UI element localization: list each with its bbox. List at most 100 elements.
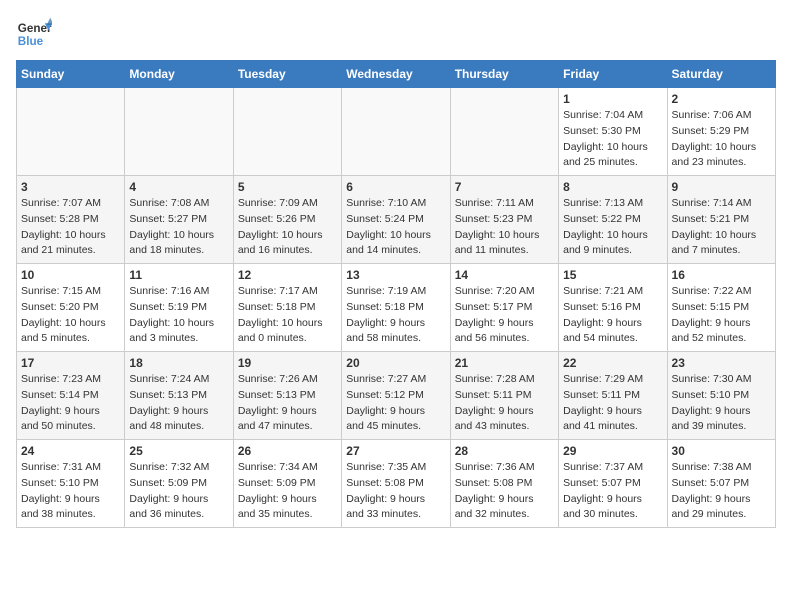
day-cell-19: 19 Sunrise: 7:26 AM Sunset: 5:13 PM Dayli… — [233, 352, 341, 440]
day-number: 4 — [129, 180, 228, 194]
day-cell-21: 21 Sunrise: 7:28 AM Sunset: 5:11 PM Dayli… — [450, 352, 558, 440]
week-row-5: 24 Sunrise: 7:31 AM Sunset: 5:10 PM Dayli… — [17, 440, 776, 528]
day-info: Sunrise: 7:23 AM Sunset: 5:14 PM Dayligh… — [21, 372, 120, 435]
weekday-header-row: SundayMondayTuesdayWednesdayThursdayFrid… — [17, 61, 776, 88]
day-number: 30 — [672, 444, 771, 458]
day-cell-25: 25 Sunrise: 7:32 AM Sunset: 5:09 PM Dayli… — [125, 440, 233, 528]
day-info: Sunrise: 7:24 AM Sunset: 5:13 PM Dayligh… — [129, 372, 228, 435]
weekday-monday: Monday — [125, 61, 233, 88]
day-number: 9 — [672, 180, 771, 194]
day-number: 18 — [129, 356, 228, 370]
weekday-sunday: Sunday — [17, 61, 125, 88]
day-info: Sunrise: 7:30 AM Sunset: 5:10 PM Dayligh… — [672, 372, 771, 435]
day-number: 16 — [672, 268, 771, 282]
day-cell-23: 23 Sunrise: 7:30 AM Sunset: 5:10 PM Dayli… — [667, 352, 775, 440]
day-info: Sunrise: 7:28 AM Sunset: 5:11 PM Dayligh… — [455, 372, 554, 435]
empty-cell — [125, 88, 233, 176]
day-cell-27: 27 Sunrise: 7:35 AM Sunset: 5:08 PM Dayli… — [342, 440, 450, 528]
day-cell-30: 30 Sunrise: 7:38 AM Sunset: 5:07 PM Dayli… — [667, 440, 775, 528]
day-cell-7: 7Sunrise: 7:11 AM Sunset: 5:23 PM Daylig… — [450, 176, 558, 264]
day-cell-26: 26 Sunrise: 7:34 AM Sunset: 5:09 PM Dayli… — [233, 440, 341, 528]
day-info: Sunrise: 7:08 AM Sunset: 5:27 PM Dayligh… — [129, 196, 228, 259]
day-number: 21 — [455, 356, 554, 370]
day-number: 27 — [346, 444, 445, 458]
day-cell-18: 18 Sunrise: 7:24 AM Sunset: 5:13 PM Dayli… — [125, 352, 233, 440]
weekday-thursday: Thursday — [450, 61, 558, 88]
day-info: Sunrise: 7:31 AM Sunset: 5:10 PM Dayligh… — [21, 460, 120, 523]
day-number: 17 — [21, 356, 120, 370]
empty-cell — [17, 88, 125, 176]
svg-text:Blue: Blue — [18, 35, 44, 48]
logo: General Blue — [16, 16, 52, 52]
day-info: Sunrise: 7:19 AM Sunset: 5:18 PM Dayligh… — [346, 284, 445, 347]
day-info: Sunrise: 7:32 AM Sunset: 5:09 PM Dayligh… — [129, 460, 228, 523]
empty-cell — [342, 88, 450, 176]
day-cell-3: 3 Sunrise: 7:07 AM Sunset: 5:28 PM Daylig… — [17, 176, 125, 264]
weekday-wednesday: Wednesday — [342, 61, 450, 88]
day-number: 2 — [672, 92, 771, 106]
day-cell-11: 11Sunrise: 7:16 AM Sunset: 5:19 PM Dayli… — [125, 264, 233, 352]
day-info: Sunrise: 7:34 AM Sunset: 5:09 PM Dayligh… — [238, 460, 337, 523]
day-info: Sunrise: 7:07 AM Sunset: 5:28 PM Dayligh… — [21, 196, 120, 259]
empty-cell — [233, 88, 341, 176]
day-info: Sunrise: 7:13 AM Sunset: 5:22 PM Dayligh… — [563, 196, 662, 259]
page-header: General Blue — [16, 16, 776, 52]
day-cell-28: 28Sunrise: 7:36 AM Sunset: 5:08 PM Dayli… — [450, 440, 558, 528]
day-number: 3 — [21, 180, 120, 194]
day-info: Sunrise: 7:14 AM Sunset: 5:21 PM Dayligh… — [672, 196, 771, 259]
day-cell-12: 12 Sunrise: 7:17 AM Sunset: 5:18 PM Dayli… — [233, 264, 341, 352]
day-cell-4: 4 Sunrise: 7:08 AM Sunset: 5:27 PM Daylig… — [125, 176, 233, 264]
day-number: 12 — [238, 268, 337, 282]
day-cell-13: 13 Sunrise: 7:19 AM Sunset: 5:18 PM Dayli… — [342, 264, 450, 352]
day-info: Sunrise: 7:16 AM Sunset: 5:19 PM Dayligh… — [129, 284, 228, 347]
day-number: 29 — [563, 444, 662, 458]
day-number: 19 — [238, 356, 337, 370]
day-cell-16: 16Sunrise: 7:22 AM Sunset: 5:15 PM Dayli… — [667, 264, 775, 352]
day-cell-15: 15 Sunrise: 7:21 AM Sunset: 5:16 PM Dayli… — [559, 264, 667, 352]
day-number: 10 — [21, 268, 120, 282]
day-info: Sunrise: 7:06 AM Sunset: 5:29 PM Dayligh… — [672, 108, 771, 171]
day-number: 14 — [455, 268, 554, 282]
weekday-tuesday: Tuesday — [233, 61, 341, 88]
day-number: 25 — [129, 444, 228, 458]
calendar-table: SundayMondayTuesdayWednesdayThursdayFrid… — [16, 60, 776, 528]
weekday-saturday: Saturday — [667, 61, 775, 88]
day-info: Sunrise: 7:26 AM Sunset: 5:13 PM Dayligh… — [238, 372, 337, 435]
week-row-3: 10Sunrise: 7:15 AM Sunset: 5:20 PM Dayli… — [17, 264, 776, 352]
day-number: 15 — [563, 268, 662, 282]
day-number: 13 — [346, 268, 445, 282]
week-row-4: 17 Sunrise: 7:23 AM Sunset: 5:14 PM Dayli… — [17, 352, 776, 440]
empty-cell — [450, 88, 558, 176]
day-cell-2: 2 Sunrise: 7:06 AM Sunset: 5:29 PM Daylig… — [667, 88, 775, 176]
day-cell-29: 29Sunrise: 7:37 AM Sunset: 5:07 PM Dayli… — [559, 440, 667, 528]
day-info: Sunrise: 7:36 AM Sunset: 5:08 PM Dayligh… — [455, 460, 554, 523]
day-info: Sunrise: 7:35 AM Sunset: 5:08 PM Dayligh… — [346, 460, 445, 523]
day-number: 23 — [672, 356, 771, 370]
day-cell-6: 6Sunrise: 7:10 AM Sunset: 5:24 PM Daylig… — [342, 176, 450, 264]
calendar-body: 1 Sunrise: 7:04 AM Sunset: 5:30 PM Daylig… — [17, 88, 776, 528]
day-number: 22 — [563, 356, 662, 370]
day-number: 8 — [563, 180, 662, 194]
day-number: 20 — [346, 356, 445, 370]
day-cell-24: 24 Sunrise: 7:31 AM Sunset: 5:10 PM Dayli… — [17, 440, 125, 528]
day-number: 7 — [455, 180, 554, 194]
logo-icon: General Blue — [16, 16, 52, 52]
day-cell-22: 22 Sunrise: 7:29 AM Sunset: 5:11 PM Dayli… — [559, 352, 667, 440]
day-info: Sunrise: 7:27 AM Sunset: 5:12 PM Dayligh… — [346, 372, 445, 435]
day-info: Sunrise: 7:38 AM Sunset: 5:07 PM Dayligh… — [672, 460, 771, 523]
day-cell-8: 8 Sunrise: 7:13 AM Sunset: 5:22 PM Daylig… — [559, 176, 667, 264]
weekday-friday: Friday — [559, 61, 667, 88]
day-number: 6 — [346, 180, 445, 194]
day-info: Sunrise: 7:09 AM Sunset: 5:26 PM Dayligh… — [238, 196, 337, 259]
day-number: 26 — [238, 444, 337, 458]
day-cell-20: 20 Sunrise: 7:27 AM Sunset: 5:12 PM Dayli… — [342, 352, 450, 440]
day-info: Sunrise: 7:21 AM Sunset: 5:16 PM Dayligh… — [563, 284, 662, 347]
day-number: 24 — [21, 444, 120, 458]
day-number: 1 — [563, 92, 662, 106]
day-info: Sunrise: 7:29 AM Sunset: 5:11 PM Dayligh… — [563, 372, 662, 435]
day-info: Sunrise: 7:17 AM Sunset: 5:18 PM Dayligh… — [238, 284, 337, 347]
day-cell-10: 10Sunrise: 7:15 AM Sunset: 5:20 PM Dayli… — [17, 264, 125, 352]
day-cell-14: 14Sunrise: 7:20 AM Sunset: 5:17 PM Dayli… — [450, 264, 558, 352]
day-cell-5: 5Sunrise: 7:09 AM Sunset: 5:26 PM Daylig… — [233, 176, 341, 264]
day-info: Sunrise: 7:04 AM Sunset: 5:30 PM Dayligh… — [563, 108, 662, 171]
